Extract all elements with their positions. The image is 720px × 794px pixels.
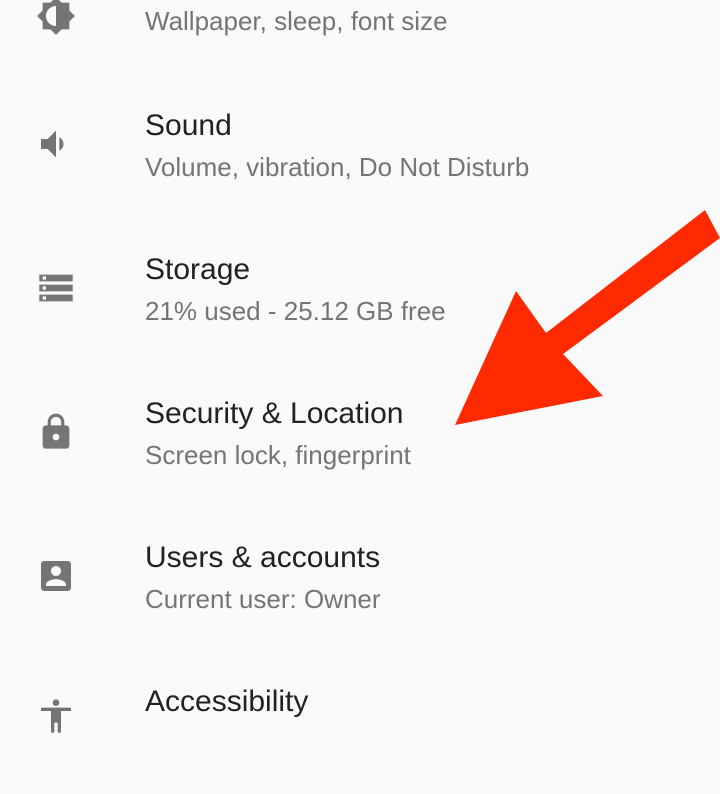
settings-item-sound[interactable]: Sound Volume, vibration, Do Not Disturb: [0, 74, 720, 218]
settings-item-title: Accessibility: [145, 685, 309, 718]
settings-item-title: Security & Location: [145, 397, 404, 430]
settings-item-accessibility[interactable]: Accessibility: [0, 650, 720, 794]
storage-icon: [39, 274, 73, 302]
volume-icon: [41, 130, 64, 158]
settings-item-storage[interactable]: Storage 21% used - 25.12 GB free: [0, 218, 720, 362]
display-icon: [37, 0, 75, 35]
settings-item-title: Users & accounts: [145, 541, 381, 574]
settings-item-title: Storage: [145, 253, 251, 286]
settings-item-subtitle: Volume, vibration, Do Not Disturb: [145, 152, 530, 182]
accessibility-icon: [41, 699, 71, 733]
settings-item-subtitle: 21% used - 25.12 GB free: [145, 296, 446, 326]
account-box-icon: [41, 561, 71, 591]
settings-item-title: Sound: [145, 109, 232, 142]
settings-item-subtitle: Current user: Owner: [145, 584, 381, 614]
settings-item-subtitle: Screen lock, fingerprint: [145, 440, 411, 470]
lock-icon: [42, 413, 70, 449]
settings-item-subtitle: Wallpaper, sleep, font size: [145, 6, 448, 36]
settings-list: Wallpaper, sleep, font size Sound Volume…: [0, 0, 720, 733]
settings-item-users-accounts[interactable]: Users & accounts Current user: Owner: [0, 506, 720, 650]
settings-item-security-location[interactable]: Security & Location Screen lock, fingerp…: [0, 362, 720, 506]
